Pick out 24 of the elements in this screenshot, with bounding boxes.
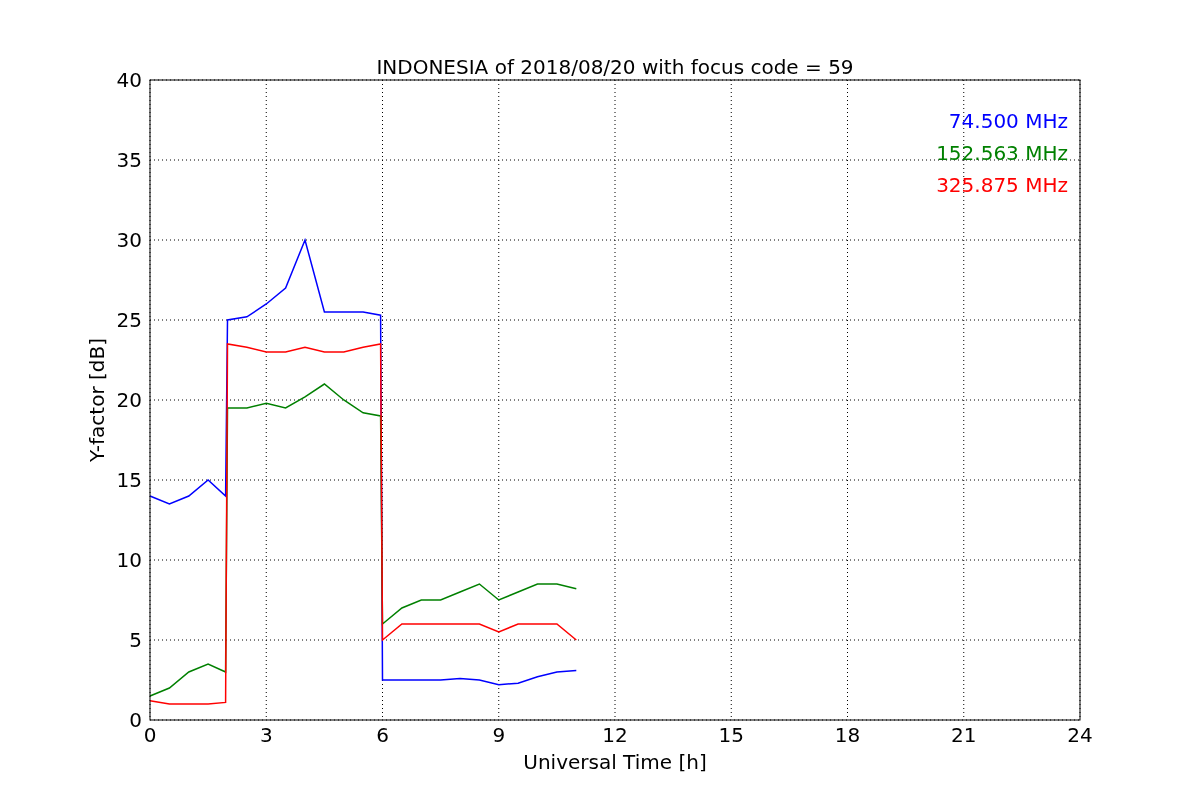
- y-tick-label: 15: [116, 468, 142, 492]
- legend-label: 152.563 MHz: [936, 141, 1068, 165]
- x-tick-label: 24: [1067, 723, 1093, 747]
- x-tick-label: 21: [951, 723, 977, 747]
- x-tick-label: 6: [376, 723, 389, 747]
- x-tick-label: 12: [602, 723, 628, 747]
- x-tick-label: 3: [259, 723, 273, 747]
- y-tick-label: 40: [116, 68, 142, 92]
- legend-label: 325.875 MHz: [936, 173, 1068, 197]
- legend-label: 74.500 MHz: [948, 109, 1068, 133]
- x-axis-label: Universal Time [h]: [523, 750, 707, 774]
- y-tick-label: 0: [129, 708, 142, 732]
- x-tick-label: 18: [834, 723, 861, 747]
- y-tick-label: 20: [116, 388, 142, 412]
- y-tick-label: 25: [116, 308, 142, 332]
- x-tick-label: 15: [718, 723, 744, 747]
- y-axis-label: Y-factor [dB]: [85, 338, 109, 462]
- y-tick-label: 30: [116, 228, 142, 252]
- y-tick-label: 5: [129, 628, 142, 652]
- y-tick-label: 10: [116, 548, 142, 572]
- x-tick-label: 0: [143, 723, 157, 747]
- x-tick-label: 9: [492, 723, 506, 747]
- chart-title: INDONESIA of 2018/08/20 with focus code = 59: [376, 55, 854, 79]
- y-tick-label: 35: [116, 148, 142, 172]
